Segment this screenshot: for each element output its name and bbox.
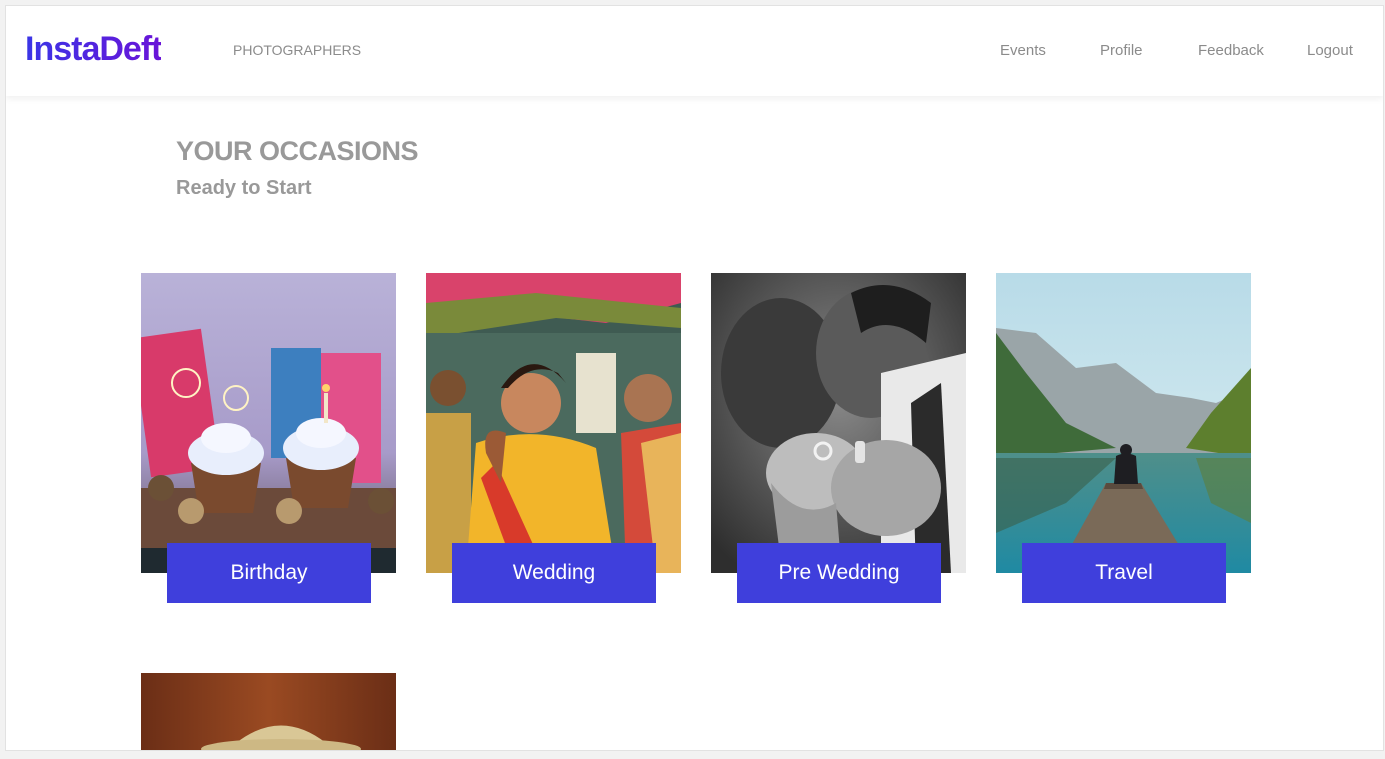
nav-logout[interactable]: Logout xyxy=(1307,42,1353,59)
birthday-photo xyxy=(141,273,396,573)
pre-wedding-button[interactable]: Pre Wedding xyxy=(737,543,941,603)
travel-photo xyxy=(996,273,1251,573)
occasion-card-partial[interactable] xyxy=(141,673,396,750)
travel-button[interactable]: Travel xyxy=(1022,543,1226,603)
nav-profile[interactable]: Profile xyxy=(1100,42,1143,59)
wedding-button[interactable]: Wedding xyxy=(452,543,656,603)
occasion-card-wedding[interactable]: Wedding xyxy=(426,273,681,603)
occasion-card-birthday[interactable]: Birthday xyxy=(141,273,396,603)
wedding-photo xyxy=(426,273,681,573)
page-title: YOUR OCCASIONS xyxy=(176,136,419,166)
nav-feedback[interactable]: Feedback xyxy=(1198,42,1264,59)
top-navbar: InstaDeft PHOTOGRAPHERS Events Profile F… xyxy=(6,6,1383,96)
occasion-card-pre-wedding[interactable]: Pre Wedding xyxy=(711,273,966,603)
nav-photographers[interactable]: PHOTOGRAPHERS xyxy=(233,42,361,58)
straw-hat-photo xyxy=(141,673,396,750)
brand-logo[interactable]: InstaDeft xyxy=(25,30,162,69)
occasion-card-travel[interactable]: Travel xyxy=(996,273,1251,603)
nav-events[interactable]: Events xyxy=(1000,42,1046,59)
birthday-button[interactable]: Birthday xyxy=(167,543,371,603)
pre-wedding-photo xyxy=(711,273,966,573)
page-subtitle: Ready to Start xyxy=(176,177,312,199)
browser-viewport: InstaDeft PHOTOGRAPHERS Events Profile F… xyxy=(5,5,1384,751)
